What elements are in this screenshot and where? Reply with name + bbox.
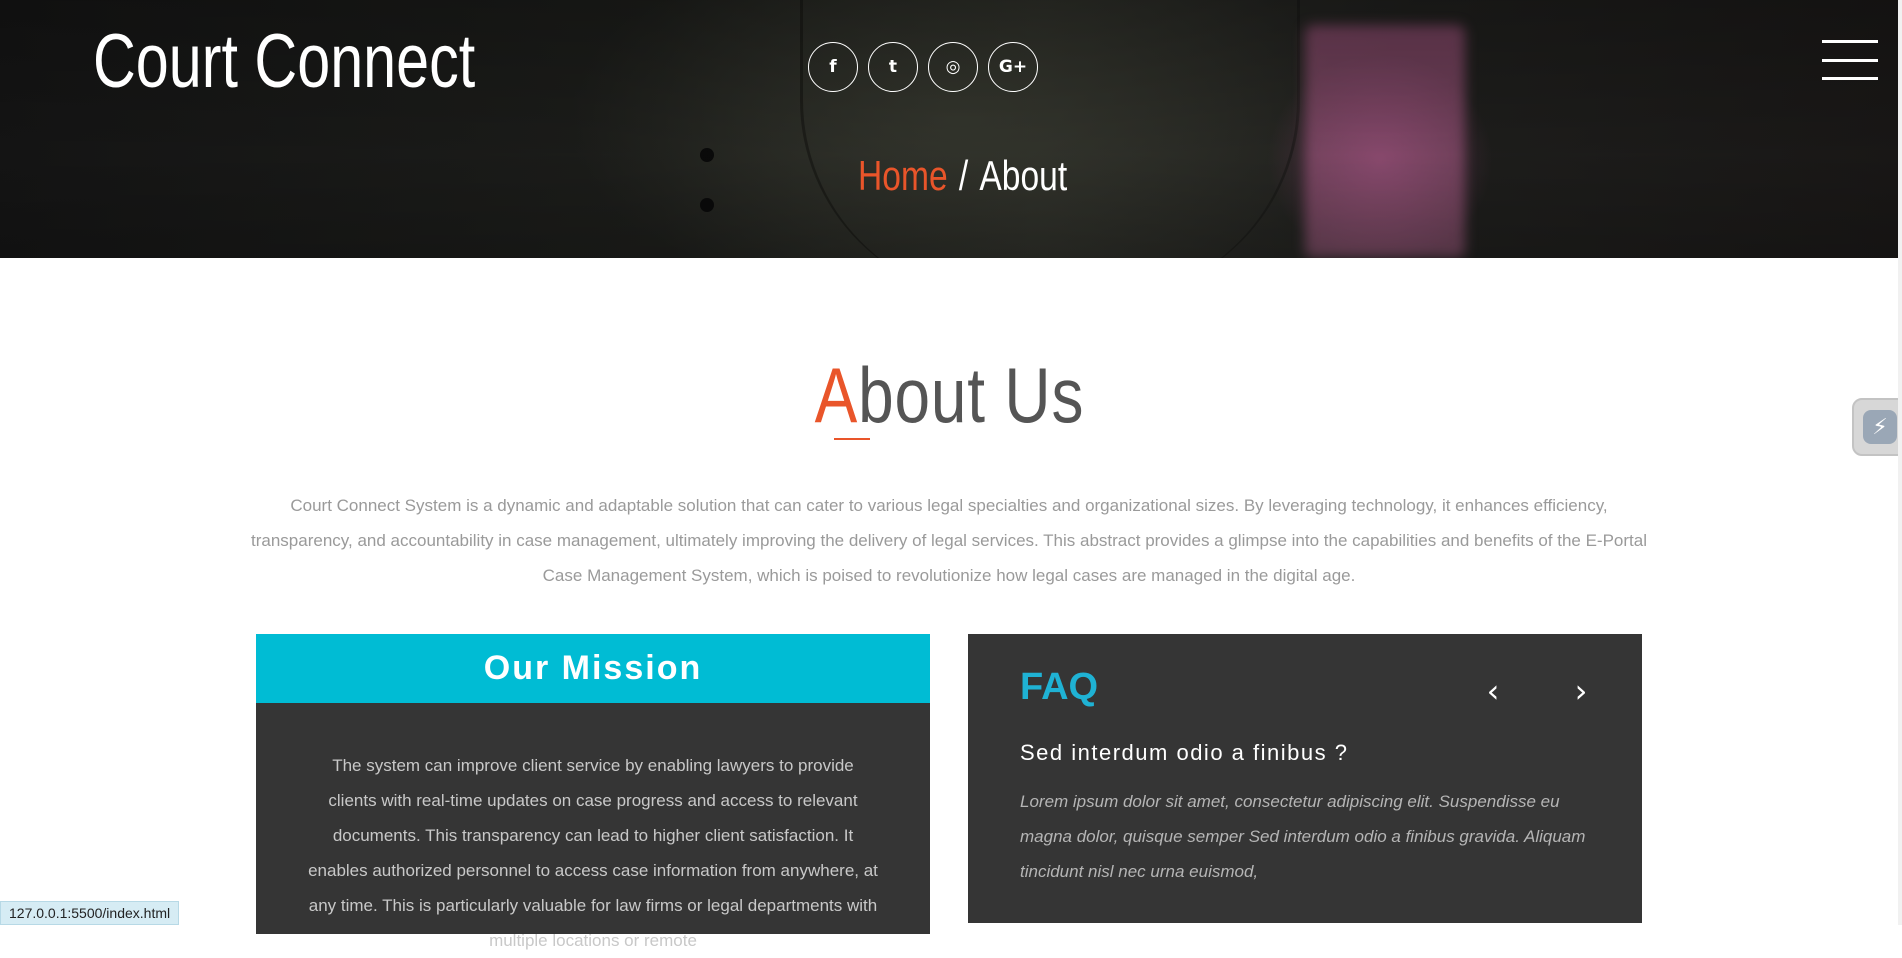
page-scrollbar[interactable] xyxy=(1898,0,1902,925)
chevron-left-icon[interactable]: ‹ xyxy=(1478,675,1508,707)
hamburger-line xyxy=(1822,58,1878,62)
faq-question: Sed interdum odio a finibus ? xyxy=(1020,740,1349,765)
social-links: f t ◎ G+ xyxy=(808,42,1038,92)
facebook-icon[interactable]: f xyxy=(808,42,858,92)
mission-card: Our Mission The system can improve clien… xyxy=(256,634,930,950)
faq-answer: Lorem ipsum dolor sit amet, consectetur … xyxy=(1020,792,1586,881)
brand-logo[interactable]: Court Connect xyxy=(93,18,475,105)
mission-text: The system can improve client service by… xyxy=(308,756,878,950)
twitter-icon[interactable]: t xyxy=(868,42,918,92)
about-heading-underline xyxy=(834,438,870,440)
status-bar-url: 127.0.0.1:5500/index.html xyxy=(0,901,180,925)
google-plus-icon[interactable]: G+ xyxy=(988,42,1038,92)
about-description: Court Connect System is a dynamic and ad… xyxy=(251,496,1647,585)
hamburger-line xyxy=(1822,77,1878,80)
breadcrumb-current: About xyxy=(979,152,1068,199)
floating-extension-widget[interactable]: ⚡ xyxy=(1852,398,1902,456)
chevron-right-icon[interactable]: › xyxy=(1566,675,1596,707)
faq-title: FAQ xyxy=(1020,666,1099,708)
breadcrumb-separator: / xyxy=(958,152,969,199)
faq-card: FAQ ‹ › Sed interdum odio a finibus ? Lo… xyxy=(968,634,1642,923)
breadcrumb-home-link[interactable]: Home xyxy=(858,152,948,199)
about-heading-rest: bout Us xyxy=(857,351,1084,439)
about-heading-first-letter: A xyxy=(814,351,858,439)
mission-title: Our Mission xyxy=(256,634,930,703)
hamburger-line xyxy=(1822,40,1878,43)
hamburger-menu-icon[interactable] xyxy=(1822,40,1878,80)
instagram-icon[interactable]: ◎ xyxy=(928,42,978,92)
about-heading: About Us xyxy=(0,350,1898,441)
extension-lightning-icon: ⚡ xyxy=(1863,410,1897,444)
breadcrumb: Home / About xyxy=(858,152,1067,200)
hero-banner: Court Connect f t ◎ G+ Home / About xyxy=(0,0,1898,258)
